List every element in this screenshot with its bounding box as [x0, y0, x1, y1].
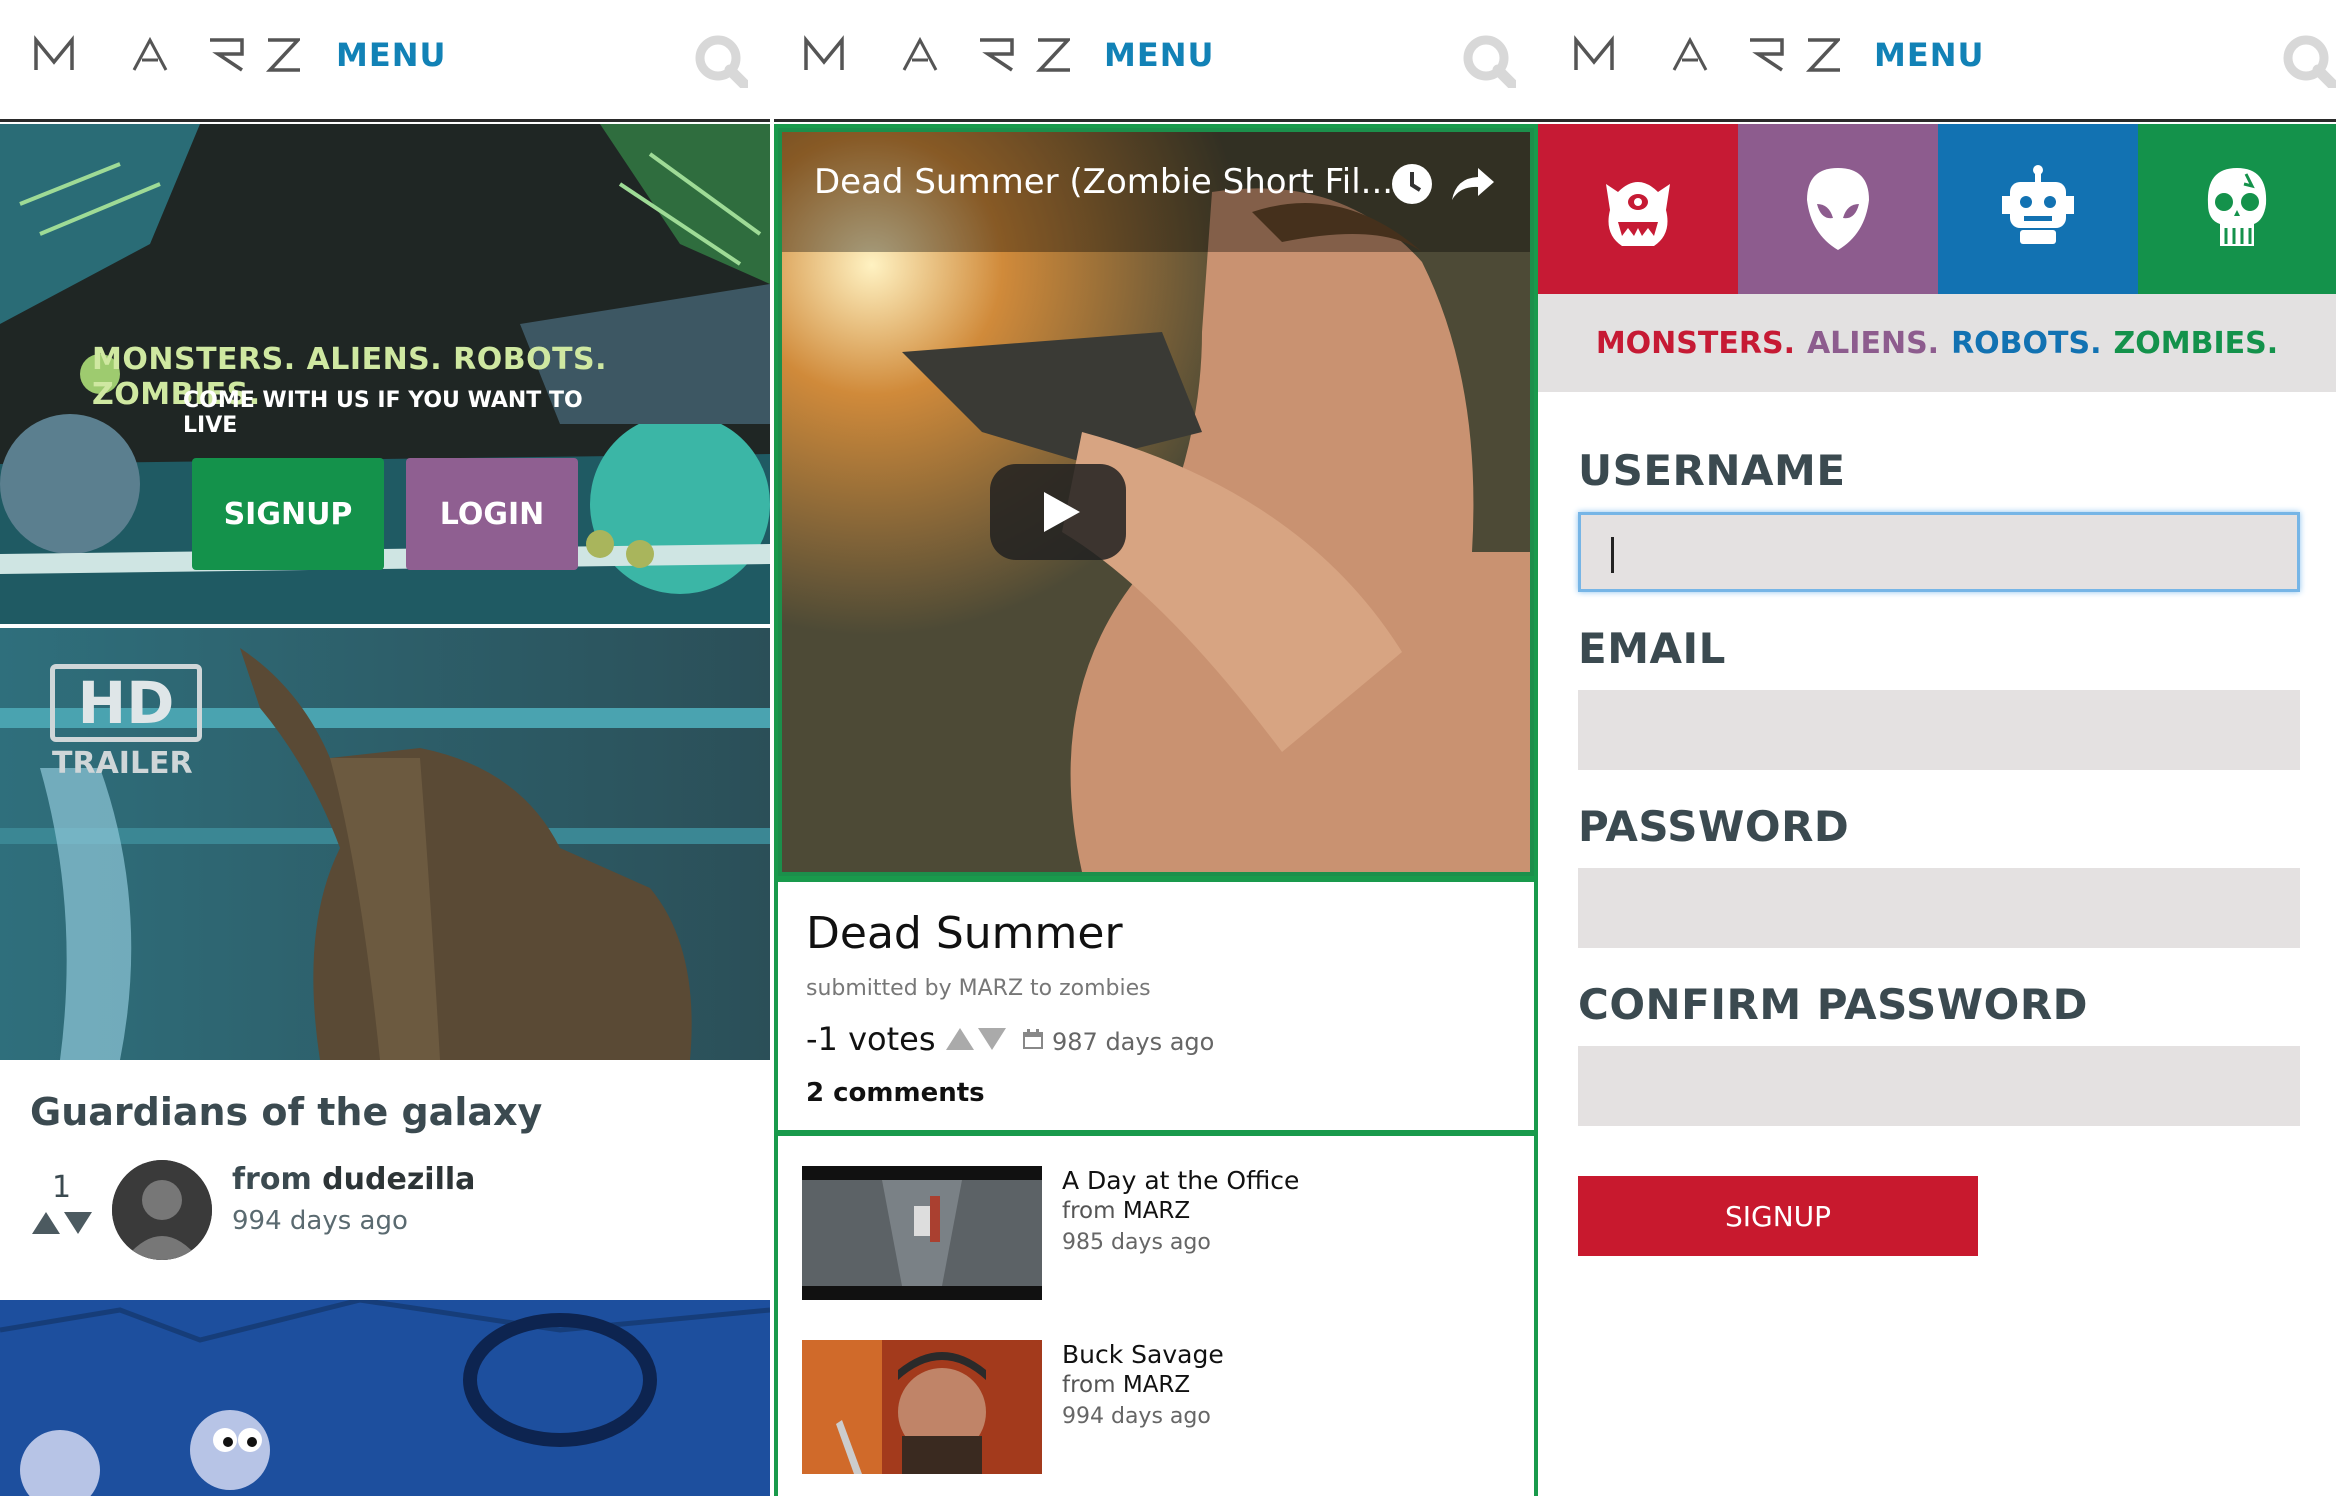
post-author: from dudezilla — [232, 1162, 475, 1197]
category-aliens[interactable] — [1738, 124, 1938, 294]
video-frame: Dead Summer (Zombie Short Fil... — [774, 124, 1538, 880]
tagline-zombies[interactable]: ZOMBIES. — [2114, 326, 2279, 361]
trailer-badge-label: TRAILER — [52, 746, 193, 781]
menu-button[interactable]: MENU — [1104, 36, 1214, 74]
from-label: from — [232, 1162, 312, 1197]
upvote-icon[interactable] — [946, 1028, 974, 1050]
hd-badge: HD — [50, 664, 202, 742]
site-header: MENU — [0, 0, 770, 122]
related-thumbnail[interactable] — [802, 1166, 1042, 1300]
marz-logo[interactable] — [1572, 26, 1840, 86]
username-field[interactable] — [1578, 512, 2300, 592]
post-submitted-by: submitted by MARZ to zombies — [806, 976, 1151, 1001]
post-info-box: Dead Summer submitted by MARZ to zombies… — [774, 878, 1538, 1134]
play-button[interactable] — [990, 464, 1126, 560]
from-label: from — [1062, 1372, 1116, 1398]
from-label: from — [1062, 1198, 1116, 1224]
hero-subtitle: COME WITH US IF YOU WANT TO LIVE — [183, 388, 583, 438]
search-icon[interactable] — [1462, 34, 1518, 90]
related-age: 994 days ago — [1062, 1404, 1211, 1429]
post-age: 994 days ago — [232, 1206, 408, 1236]
username-label: USERNAME — [1578, 446, 1846, 495]
share-icon[interactable] — [1450, 164, 1496, 204]
calendar-icon — [1022, 1028, 1044, 1050]
confirm-password-label: CONFIRM PASSWORD — [1578, 980, 2089, 1029]
alien-icon — [1807, 168, 1869, 250]
search-icon[interactable] — [2282, 34, 2336, 90]
related-videos: A Day at the Office from MARZ 985 days a… — [774, 1132, 1538, 1496]
related-title[interactable]: Buck Savage — [1062, 1340, 1224, 1369]
signup-panel: MENU MONSTERS. ALIENS. ROBOTS. ZOMBIES. … — [1538, 0, 2336, 1496]
marz-logo[interactable] — [802, 26, 1070, 86]
hero-signup-button[interactable]: SIGNUP — [192, 458, 384, 570]
category-tagline: MONSTERS. ALIENS. ROBOTS. ZOMBIES. — [1538, 294, 2336, 392]
zombie-skull-icon — [2207, 168, 2267, 246]
next-post-thumbnail[interactable] — [0, 1300, 770, 1496]
monster-icon — [1606, 182, 1670, 246]
vote-count: -1 votes — [806, 1020, 936, 1058]
author-link[interactable]: MARZ — [1123, 1372, 1190, 1398]
password-label: PASSWORD — [1578, 802, 1850, 851]
video-player[interactable]: Dead Summer (Zombie Short Fil... — [782, 132, 1530, 872]
related-title[interactable]: A Day at the Office — [1062, 1166, 1299, 1195]
tagline-monsters[interactable]: MONSTERS. — [1596, 326, 1795, 361]
vote-count: 1 — [52, 1170, 72, 1205]
comments-link[interactable]: 2 comments — [806, 1078, 985, 1108]
tagline-robots[interactable]: ROBOTS. — [1951, 326, 2101, 361]
author-link[interactable]: dudezilla — [322, 1162, 475, 1197]
menu-button[interactable]: MENU — [336, 36, 446, 74]
related-age: 985 days ago — [1062, 1230, 1211, 1255]
vote-arrows — [944, 1024, 1008, 1054]
post-title[interactable]: Guardians of the galaxy — [30, 1090, 542, 1134]
tagline-aliens[interactable]: ALIENS. — [1807, 326, 1939, 361]
marz-logo[interactable] — [32, 26, 300, 86]
post-title: Dead Summer — [806, 908, 1123, 959]
related-thumbnail[interactable] — [802, 1340, 1042, 1474]
menu-button[interactable]: MENU — [1874, 36, 1984, 74]
watch-later-icon[interactable] — [1390, 162, 1434, 206]
site-header: MENU — [774, 0, 1538, 122]
trailer-thumbnail[interactable]: HD TRAILER — [0, 628, 770, 1060]
author-link[interactable]: MARZ — [1123, 1198, 1190, 1224]
confirm-password-field[interactable] — [1578, 1046, 2300, 1126]
post-card[interactable]: Guardians of the galaxy 1 from dudezilla… — [0, 1060, 770, 1296]
category-zombies[interactable] — [2138, 124, 2336, 294]
post-age: 987 days ago — [1052, 1028, 1215, 1056]
vote-arrows — [30, 1208, 94, 1238]
category-monsters[interactable] — [1538, 124, 1738, 294]
related-author: from MARZ — [1062, 1372, 1190, 1398]
hero-banner: MONSTERS. ALIENS. ROBOTS. ZOMBIES. COME … — [0, 124, 770, 624]
related-item[interactable]: A Day at the Office from MARZ 985 days a… — [802, 1166, 1502, 1302]
avatar[interactable] — [112, 1160, 212, 1260]
downvote-icon[interactable] — [978, 1028, 1006, 1050]
category-robots[interactable] — [1938, 124, 2138, 294]
post-detail-panel: MENU Dead Summer (Zombie Short Fil... De… — [774, 0, 1538, 1496]
site-header: MENU — [1538, 0, 2336, 122]
downvote-icon[interactable] — [64, 1212, 92, 1234]
search-icon[interactable] — [694, 34, 750, 90]
upvote-icon[interactable] — [32, 1212, 60, 1234]
feed-panel: MENU MONSTERS. ALIENS. ROBOTS. ZOMBIES. … — [0, 0, 770, 1496]
related-author: from MARZ — [1062, 1198, 1190, 1224]
email-field[interactable] — [1578, 690, 2300, 770]
signup-submit-button[interactable]: SIGNUP — [1578, 1176, 1978, 1256]
password-field[interactable] — [1578, 868, 2300, 948]
text-caret — [1611, 537, 1614, 573]
play-icon — [1044, 492, 1080, 532]
robot-icon — [2002, 165, 2074, 244]
hero-login-button[interactable]: LOGIN — [406, 458, 578, 570]
video-title[interactable]: Dead Summer (Zombie Short Fil... — [814, 162, 1393, 202]
email-label: EMAIL — [1578, 624, 1726, 673]
related-item[interactable]: Buck Savage from MARZ 994 days ago — [802, 1340, 1502, 1476]
